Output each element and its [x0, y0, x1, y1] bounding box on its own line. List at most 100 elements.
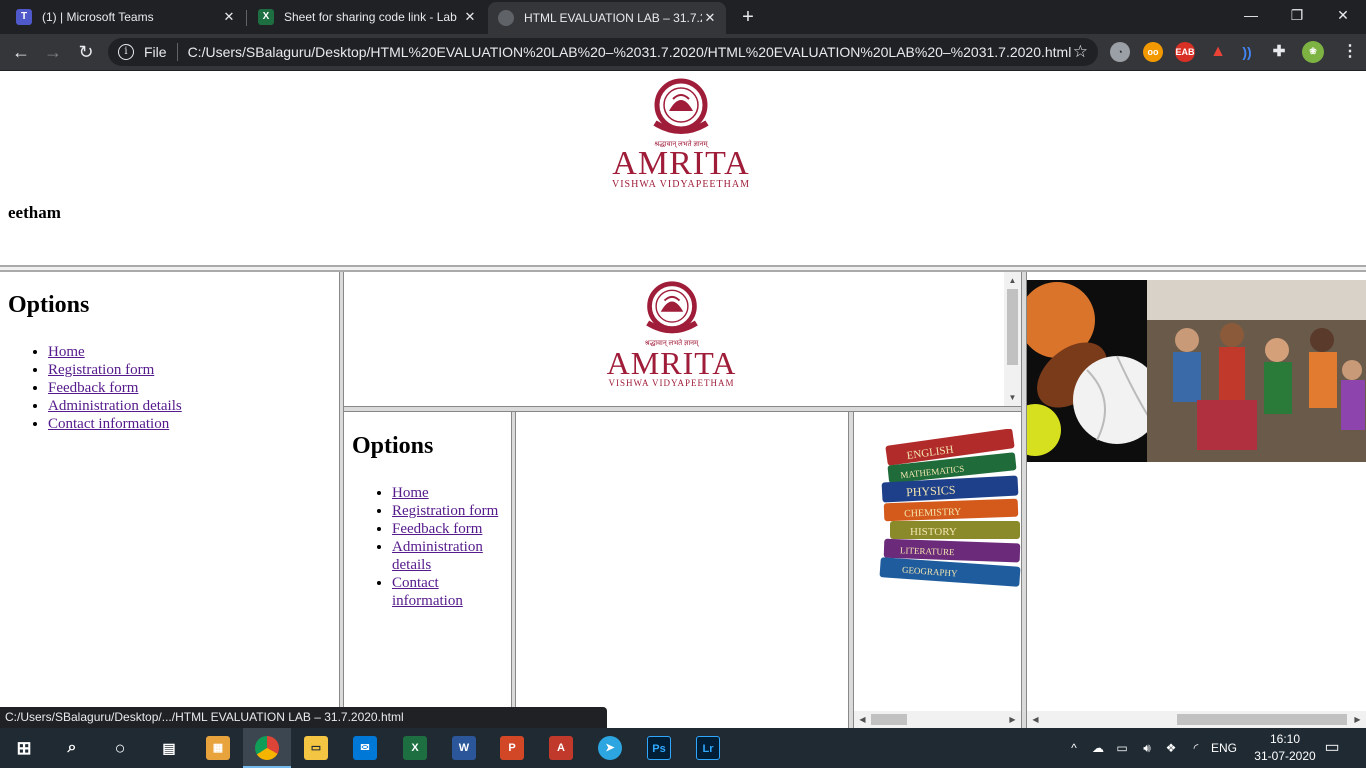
vertical-scrollbar[interactable]: ▲ ▼	[1004, 272, 1021, 406]
search-icon[interactable]: ⌕	[60, 736, 84, 760]
divider	[0, 265, 1366, 272]
nested-options-frame: Options Home Registration form Feedback …	[344, 412, 511, 728]
horizontal-scrollbar[interactable]: ◀ ▶	[854, 711, 1021, 728]
notifications-icon[interactable]: ▭	[1320, 728, 1344, 768]
books-stack-image: ENGLISH MATHEMATICS PHYSICS CHEMISTRY HI…	[879, 429, 1021, 587]
windows-start-icon[interactable]: ⊞	[12, 736, 36, 760]
dropbox-icon[interactable]: ❖	[1161, 728, 1181, 768]
link-administration-details[interactable]: Administration details	[392, 539, 483, 573]
extensions-puzzle-icon[interactable]: ✚	[1269, 42, 1289, 62]
browser-toolbar: ← → ↻ i File C:/Users/SBalaguru/Desktop/…	[0, 34, 1366, 71]
amrita-logo: श्रद्धावान् लभते ज्ञानम् AMRITA VISHWA V…	[599, 280, 744, 388]
clock[interactable]: 16:10 31-07-2020	[1254, 731, 1316, 765]
excel-icon[interactable]: X	[403, 736, 427, 760]
scroll-left-icon[interactable]: ◀	[855, 712, 870, 727]
tab-title: HTML EVALUATION LAB – 31.7.20	[524, 11, 702, 25]
word-icon[interactable]: W	[452, 736, 476, 760]
scroll-thumb[interactable]	[1177, 714, 1347, 725]
tab-html-evaluation-lab[interactable]: HTML EVALUATION LAB – 31.7.20 ✕	[488, 2, 726, 34]
battery-icon[interactable]: ▭	[1112, 728, 1132, 768]
link-home[interactable]: Home	[48, 344, 85, 360]
list-item: Home	[392, 484, 511, 502]
list-item: Registration form	[48, 361, 339, 379]
link-feedback-form[interactable]: Feedback form	[392, 521, 482, 537]
close-icon[interactable]: ✕	[702, 10, 718, 26]
options-title: Options	[352, 433, 434, 459]
status-url-bubble: C:/Users/SBalaguru/Desktop/.../HTML EVAL…	[0, 707, 607, 728]
scheme-label: File	[144, 44, 167, 60]
options-nav: Home Registration form Feedback form Adm…	[8, 343, 339, 433]
restore-icon[interactable]: ❐	[1274, 0, 1320, 30]
scroll-left-icon[interactable]: ◀	[1028, 712, 1043, 727]
logo-frame: श्रद्धावान् लभते ज्ञानम् AMRITA VISHWA V…	[344, 272, 1021, 406]
task-view-icon[interactable]: ▤	[157, 736, 181, 760]
menu-kebab-icon[interactable]: ⋮	[1340, 42, 1360, 62]
extension-clipper-icon[interactable]: ▲	[1208, 42, 1228, 62]
list-item: Administration details	[392, 538, 511, 574]
photoshop-icon[interactable]: Ps	[647, 736, 671, 760]
extension-eyes-icon[interactable]: oo	[1143, 42, 1163, 62]
language-indicator[interactable]: ENG	[1208, 728, 1240, 768]
link-home[interactable]: Home	[392, 485, 429, 501]
lightroom-icon[interactable]: Lr	[696, 736, 720, 760]
adobe-reader-icon[interactable]: A	[549, 736, 573, 760]
store-icon[interactable]: ▦	[206, 736, 230, 760]
teams-icon: T	[16, 9, 32, 25]
clock-time: 16:10	[1269, 732, 1301, 746]
link-feedback-form[interactable]: Feedback form	[48, 380, 138, 396]
scroll-up-icon[interactable]: ▲	[1005, 273, 1020, 288]
info-icon[interactable]: i	[118, 44, 134, 60]
scroll-right-icon[interactable]: ▶	[1005, 712, 1020, 727]
options-title: Options	[8, 292, 90, 318]
mail-icon[interactable]: ✉	[353, 736, 377, 760]
amrita-logo: श्रद्धावान् लभते ज्ञानम् AMRITA VISHWA V…	[600, 77, 762, 190]
chevron-up-icon[interactable]: ^	[1064, 728, 1084, 768]
scroll-thumb[interactable]	[871, 714, 907, 725]
link-contact-information[interactable]: Contact information	[392, 575, 463, 609]
powerpoint-icon[interactable]: P	[500, 736, 524, 760]
forward-arrow-icon[interactable]: →	[41, 40, 65, 64]
window-close-icon[interactable]: ✕	[1320, 0, 1366, 30]
extension-waves-icon[interactable]: ))	[1237, 42, 1257, 62]
logo-tagline: VISHWA VIDYAPEETHAM	[608, 378, 735, 388]
bookmark-star-icon[interactable]: ☆	[1073, 42, 1088, 62]
cortana-icon[interactable]: ○	[108, 736, 132, 760]
link-administration-details[interactable]: Administration details	[48, 398, 182, 414]
marquee-text: eetham	[8, 203, 61, 222]
minimize-icon[interactable]: —	[1228, 0, 1274, 30]
scroll-thumb[interactable]	[1007, 289, 1018, 365]
scroll-right-icon[interactable]: ▶	[1350, 712, 1365, 727]
onedrive-icon[interactable]: ☁	[1088, 728, 1108, 768]
back-arrow-icon[interactable]: ←	[9, 40, 33, 64]
file-explorer-icon[interactable]: ▭	[304, 736, 328, 760]
telegram-icon[interactable]: ➤	[598, 736, 622, 760]
reload-icon[interactable]: ↻	[74, 40, 98, 64]
address-bar[interactable]: i File C:/Users/SBalaguru/Desktop/HTML%2…	[108, 38, 1098, 66]
profile-avatar[interactable]: ❀	[1302, 41, 1324, 63]
logo-wordmark: AMRITA	[612, 145, 750, 182]
extension-compass-icon[interactable]: ◔	[1110, 42, 1130, 62]
scroll-down-icon[interactable]: ▼	[1005, 390, 1020, 405]
close-icon[interactable]: ✕	[462, 9, 478, 25]
tab-title: Sheet for sharing code link - Lab	[284, 10, 457, 24]
list-item: Contact information	[392, 574, 511, 610]
tab-sheet-for-sharing[interactable]: X Sheet for sharing code link - Lab ✕	[248, 0, 486, 34]
browser-tab-strip: T (1) | Microsoft Teams ✕ X Sheet for sh…	[0, 0, 1366, 34]
url-text[interactable]: C:/Users/SBalaguru/Desktop/HTML%20EVALUA…	[188, 44, 1073, 60]
new-tab-button[interactable]: +	[737, 6, 759, 28]
extension-eab-icon[interactable]: EAB	[1175, 42, 1195, 62]
link-contact-information[interactable]: Contact information	[48, 416, 169, 432]
link-registration-form[interactable]: Registration form	[48, 362, 154, 378]
chrome-icon[interactable]	[255, 736, 279, 760]
tab-microsoft-teams[interactable]: T (1) | Microsoft Teams ✕	[0, 0, 245, 34]
list-item: Home	[48, 343, 339, 361]
close-icon[interactable]: ✕	[221, 9, 237, 25]
wifi-icon[interactable]: ◜	[1186, 728, 1206, 768]
clock-date: 31-07-2020	[1254, 749, 1316, 763]
book-label: CHEMISTRY	[904, 507, 962, 520]
volume-icon[interactable]: 🔊︎	[1136, 728, 1158, 768]
horizontal-scrollbar[interactable]: ◀ ▶	[1027, 711, 1366, 728]
list-item: Administration details	[48, 397, 339, 415]
book-label: HISTORY	[910, 526, 957, 538]
link-registration-form[interactable]: Registration form	[392, 503, 498, 519]
